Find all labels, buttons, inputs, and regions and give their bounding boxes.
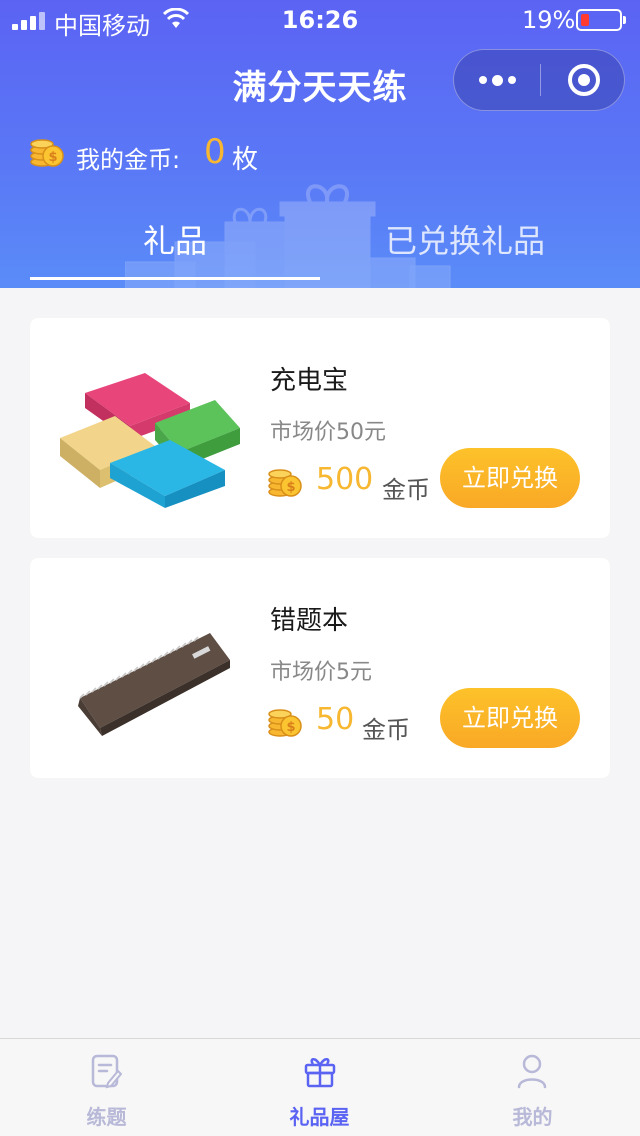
redeem-button[interactable]: 立即兑换 bbox=[440, 688, 580, 748]
exercise-icon bbox=[91, 1054, 122, 1089]
tabbar-label: 练题 bbox=[86, 1105, 127, 1129]
svg-text:$: $ bbox=[286, 480, 295, 495]
market-price: 市场价5元 bbox=[270, 660, 372, 685]
coins-value: 0 bbox=[204, 132, 226, 172]
redeem-button[interactable]: 立即兑换 bbox=[440, 448, 580, 508]
notebook-image bbox=[78, 633, 230, 736]
tabbar-label: 礼品屋 bbox=[289, 1105, 350, 1129]
product-name: 错题本 bbox=[270, 606, 349, 636]
coin-price: 50 bbox=[316, 702, 355, 737]
product-card[interactable]: 充电宝 市场价50元 $ 500 金币 立即兑换 bbox=[30, 318, 610, 538]
coins-unit: 枚 bbox=[232, 145, 259, 175]
coin-stack-icon: $ bbox=[268, 469, 302, 497]
person-icon bbox=[517, 1054, 547, 1089]
tabbar-label: 我的 bbox=[512, 1105, 553, 1129]
coin-stack-icon: $ bbox=[30, 139, 64, 167]
battery-icon bbox=[576, 9, 626, 31]
tabbar-item-mine[interactable]: 我的 bbox=[426, 1039, 639, 1136]
header: 中国移动 16:26 19% 满分天天练 $ 我的金币: 0 枚 礼品 已兑换礼… bbox=[0, 0, 640, 288]
gift-icon bbox=[304, 1058, 336, 1088]
power-bank-image bbox=[60, 373, 240, 508]
coin-price-unit: 金币 bbox=[362, 716, 410, 744]
product-name: 充电宝 bbox=[270, 366, 349, 396]
status-bar: 中国移动 16:26 19% bbox=[0, 0, 640, 40]
svg-text:$: $ bbox=[48, 150, 57, 165]
more-icon[interactable] bbox=[454, 50, 540, 110]
tab-gifts[interactable]: 礼品 bbox=[30, 216, 320, 262]
tab-redeemed-gifts[interactable]: 已兑换礼品 bbox=[320, 216, 610, 262]
product-card[interactable]: 错题本 市场价5元 $ 50 金币 立即兑换 bbox=[30, 558, 610, 778]
market-price: 市场价50元 bbox=[270, 420, 386, 445]
battery-percent: 19% bbox=[522, 6, 576, 34]
coin-price: 500 bbox=[316, 462, 374, 497]
bottom-tab-bar: 练题 礼品屋 我的 bbox=[0, 1038, 640, 1136]
coin-price-unit: 金币 bbox=[382, 476, 430, 504]
coins-label: 我的金币: bbox=[76, 146, 181, 174]
active-tab-indicator bbox=[30, 277, 320, 280]
svg-text:$: $ bbox=[286, 720, 295, 735]
miniprogram-capsule bbox=[453, 49, 625, 111]
tabbar-item-exercise[interactable]: 练题 bbox=[0, 1039, 213, 1136]
close-target-icon[interactable] bbox=[568, 64, 600, 96]
coin-stack-icon: $ bbox=[268, 709, 302, 737]
tabbar-item-gift-house[interactable]: 礼品屋 bbox=[213, 1039, 426, 1136]
